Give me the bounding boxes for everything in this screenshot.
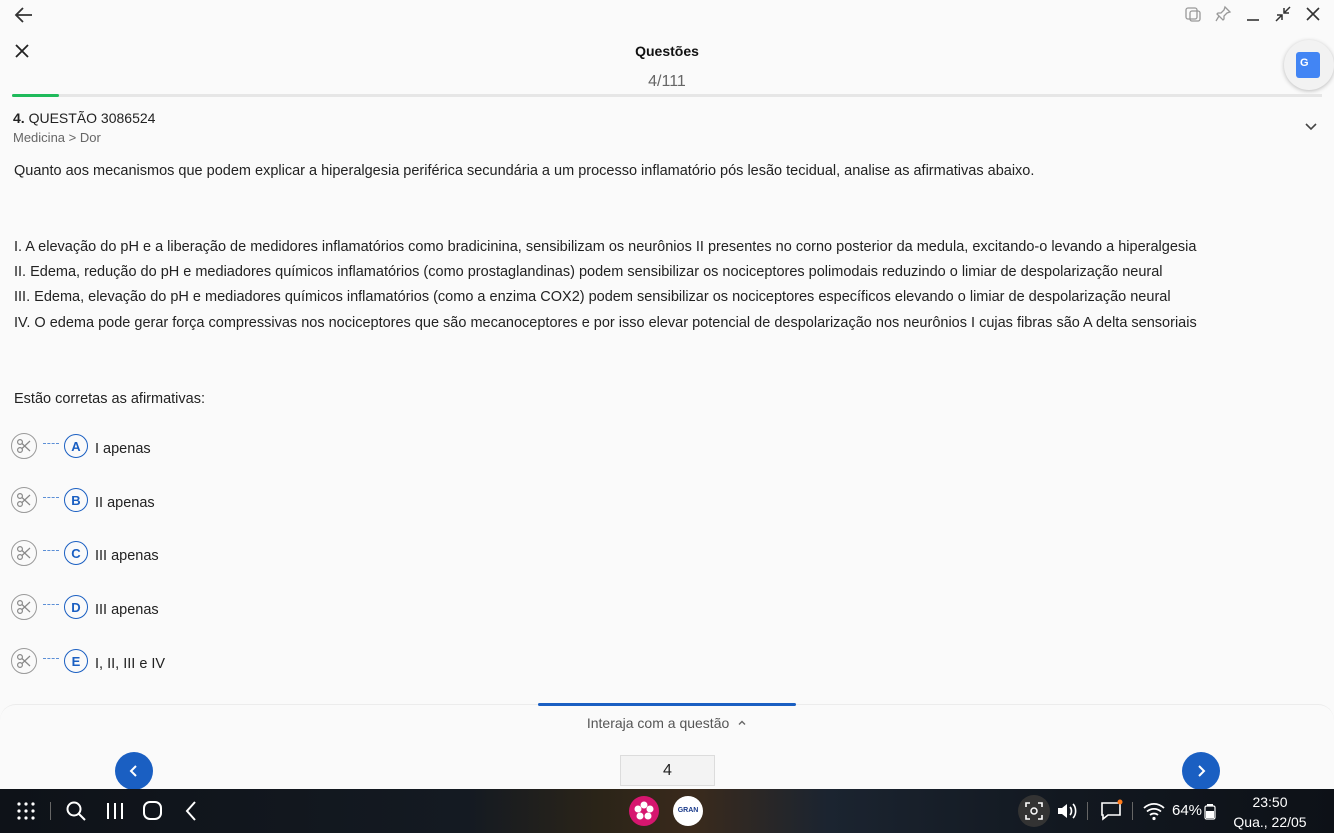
- alternative-letter[interactable]: E: [64, 649, 88, 673]
- clock-time: 23:50: [1252, 794, 1288, 810]
- system-back-icon[interactable]: [180, 799, 204, 823]
- alternative-e[interactable]: E I, II, III e IV: [11, 647, 165, 675]
- volume-icon[interactable]: [1055, 799, 1079, 823]
- window-bar: [0, 0, 1334, 30]
- interact-toggle[interactable]: Interaja com a questão: [0, 715, 1334, 731]
- alternative-letter[interactable]: A: [64, 434, 88, 458]
- translate-button[interactable]: G: [1284, 40, 1334, 90]
- alternative-c[interactable]: C III apenas: [11, 539, 159, 567]
- clock[interactable]: 23:50 Qua., 22/05: [1230, 792, 1310, 832]
- screen-capture-icon[interactable]: [1018, 795, 1050, 827]
- alternative-text[interactable]: III apenas: [95, 548, 159, 564]
- dashed-connector: [43, 657, 59, 659]
- scissors-icon[interactable]: [11, 594, 37, 620]
- clock-date: Qua., 22/05: [1233, 814, 1307, 830]
- alternative-text[interactable]: II apenas: [95, 495, 155, 511]
- scissors-icon[interactable]: [11, 433, 37, 459]
- alternative-letter[interactable]: D: [64, 595, 88, 619]
- progress-fill: [12, 94, 60, 97]
- question-meta: 4. QUESTÃO 3086524 Medicina > Dor: [13, 110, 155, 145]
- minimize-icon[interactable]: [1244, 4, 1262, 24]
- question-label: QUESTÃO 3086524: [28, 110, 156, 126]
- breadcrumb: Medicina > Dor: [13, 130, 101, 145]
- popup-view-icon[interactable]: [1184, 4, 1202, 24]
- taskbar-divider: [1087, 802, 1088, 820]
- question-ask: Estão corretas as afirmativas:: [14, 391, 205, 407]
- next-button[interactable]: [1182, 752, 1220, 790]
- recent-apps-icon[interactable]: [103, 799, 127, 823]
- progress-bar: [12, 94, 1322, 97]
- panel-handle[interactable]: [538, 703, 796, 706]
- alternative-text[interactable]: I, II, III e IV: [95, 656, 165, 672]
- page-title: Questões: [635, 43, 699, 59]
- scissors-icon[interactable]: [11, 648, 37, 674]
- dashed-connector: [43, 549, 59, 551]
- taskbar-divider: [50, 802, 51, 820]
- scissors-icon[interactable]: [11, 540, 37, 566]
- question-header: Questões 4/111 G: [0, 36, 1334, 96]
- bottom-panel: Interaja com a questão 4: [0, 703, 1334, 790]
- alternative-b[interactable]: B II apenas: [11, 486, 155, 514]
- dashed-connector: [43, 442, 59, 444]
- statement-2: II. Edema, redução do pH e mediadores qu…: [14, 264, 1163, 280]
- wifi-icon[interactable]: [1142, 799, 1166, 823]
- interact-label[interactable]: Interaja com a questão: [587, 715, 729, 731]
- question-id: 4. QUESTÃO 3086524: [13, 110, 155, 126]
- close-window-icon[interactable]: [1304, 4, 1322, 24]
- gran-app-icon[interactable]: GRAN: [673, 796, 703, 826]
- system-taskbar: GRAN 64% 23:50 Qua., 22/05: [0, 789, 1334, 833]
- question-prompt: Quanto aos mecanismos que podem explicar…: [14, 163, 1035, 179]
- flower-app-icon[interactable]: [629, 796, 659, 826]
- window-controls: [1184, 4, 1322, 24]
- scissors-icon[interactable]: [11, 487, 37, 513]
- previous-button[interactable]: [115, 752, 153, 790]
- restore-icon[interactable]: [1274, 4, 1292, 24]
- alternative-letter[interactable]: B: [64, 488, 88, 512]
- chevron-up-icon[interactable]: [737, 718, 747, 728]
- dashed-connector: [43, 603, 59, 605]
- alternative-a[interactable]: A I apenas: [11, 432, 151, 460]
- taskbar-divider: [1132, 802, 1133, 820]
- battery-icon: [1204, 799, 1216, 823]
- question-number: 4.: [13, 110, 25, 126]
- statement-3: III. Edema, elevação do pH e mediadores …: [14, 289, 1171, 305]
- chevron-down-icon[interactable]: [1304, 120, 1318, 134]
- back-arrow-icon[interactable]: [13, 5, 35, 25]
- statement-4: IV. O edema pode gerar força compressiva…: [14, 315, 1197, 331]
- question-counter: 4/111: [648, 73, 686, 90]
- chevron-left-icon: [129, 765, 137, 777]
- page-number-input[interactable]: 4: [620, 755, 715, 786]
- alternative-text[interactable]: III apenas: [95, 602, 159, 618]
- alternative-text[interactable]: I apenas: [95, 441, 151, 457]
- apps-grid-icon[interactable]: [14, 799, 38, 823]
- statement-1: I. A elevação do pH e a liberação de med…: [14, 239, 1197, 255]
- home-icon[interactable]: [141, 799, 165, 823]
- chevron-right-icon: [1198, 765, 1206, 777]
- alternative-d[interactable]: D III apenas: [11, 593, 159, 621]
- dashed-connector: [43, 496, 59, 498]
- search-icon[interactable]: [64, 799, 88, 823]
- notification-icon[interactable]: [1099, 799, 1123, 823]
- battery-level: 64%: [1172, 802, 1203, 819]
- alternative-letter[interactable]: C: [64, 541, 88, 565]
- google-translate-icon: G: [1296, 52, 1320, 78]
- pin-icon[interactable]: [1214, 4, 1232, 24]
